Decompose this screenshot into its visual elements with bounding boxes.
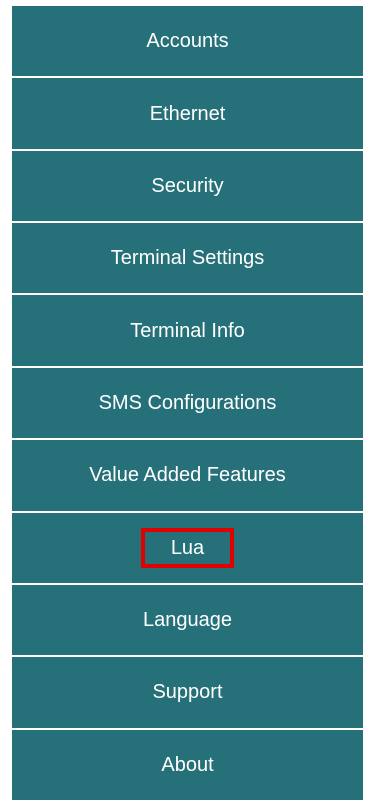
- menu-item-label: Security: [151, 174, 224, 197]
- menu-item-label: Language: [143, 609, 232, 632]
- menu-item-label: Value Added Features: [89, 464, 286, 487]
- menu-item-lua[interactable]: Lua: [12, 512, 363, 585]
- menu-item-label: Ethernet: [149, 102, 226, 125]
- settings-menu: Accounts Ethernet Security Terminal Sett…: [12, 6, 363, 800]
- menu-item-terminal-info[interactable]: Terminal Info: [12, 295, 363, 368]
- menu-item-label: About: [161, 753, 214, 776]
- menu-item-value-added-features[interactable]: Value Added Features: [12, 440, 363, 513]
- menu-item-label: Terminal Info: [130, 319, 245, 342]
- menu-item-support[interactable]: Support: [12, 657, 363, 730]
- menu-item-label-highlighted: Lua: [140, 527, 235, 568]
- menu-item-about[interactable]: About: [12, 729, 363, 800]
- menu-item-accounts[interactable]: Accounts: [12, 6, 363, 79]
- menu-item-language[interactable]: Language: [12, 584, 363, 658]
- menu-item-ethernet[interactable]: Ethernet: [12, 78, 363, 151]
- menu-item-label: Support: [152, 681, 223, 704]
- menu-item-label: Accounts: [146, 30, 229, 53]
- menu-item-label: SMS Configurations: [98, 391, 277, 414]
- menu-item-sms-configurations[interactable]: SMS Configurations: [12, 367, 363, 441]
- menu-item-security[interactable]: Security: [12, 150, 363, 224]
- menu-item-terminal-settings[interactable]: Terminal Settings: [12, 223, 363, 296]
- menu-item-label: Terminal Settings: [110, 247, 265, 270]
